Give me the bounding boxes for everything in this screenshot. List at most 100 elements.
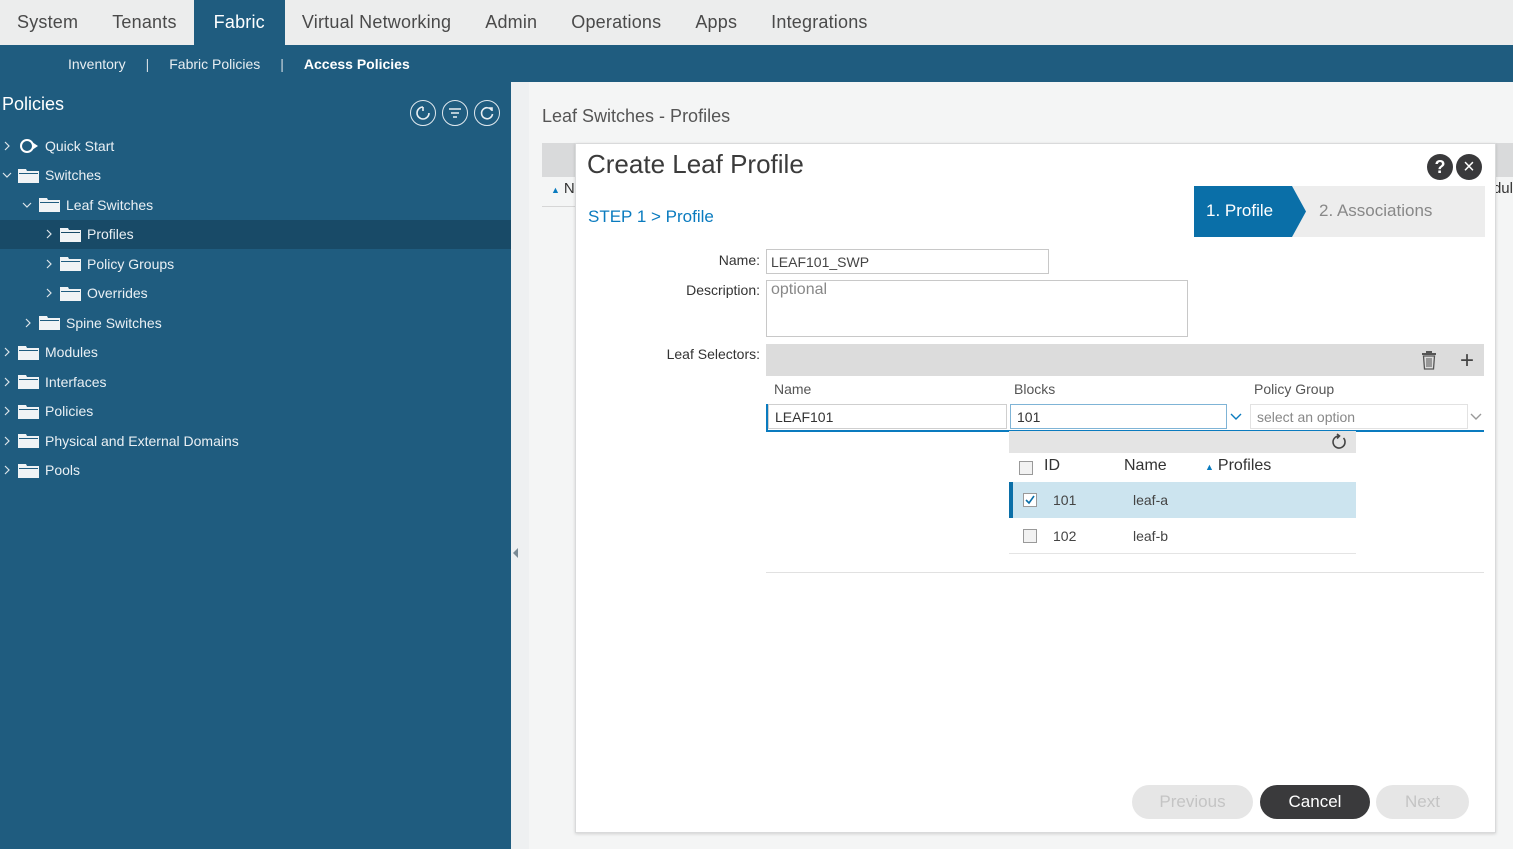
chevron-right-icon[interactable] bbox=[44, 259, 54, 269]
collapse-arrow-icon[interactable] bbox=[513, 548, 518, 558]
create-leaf-profile-dialog: Create Leaf Profile ? × STEP 1 > Profile… bbox=[575, 143, 1496, 833]
chevron-right-icon[interactable] bbox=[2, 465, 12, 475]
dialog-title: Create Leaf Profile bbox=[587, 149, 804, 179]
chevron-right-icon[interactable] bbox=[2, 347, 12, 357]
panel-splitter[interactable] bbox=[511, 82, 529, 849]
name-input[interactable]: LEAF101_SWP bbox=[766, 249, 1049, 274]
description-input[interactable]: optional bbox=[766, 280, 1188, 337]
chevron-right-icon[interactable] bbox=[2, 436, 12, 446]
column-header-id[interactable]: ID bbox=[1044, 457, 1060, 475]
tree-item-pools[interactable]: Pools bbox=[0, 456, 511, 486]
trash-icon[interactable] bbox=[1421, 350, 1437, 370]
table-toolbar-right bbox=[1493, 143, 1513, 177]
tab-fabric[interactable]: Fabric bbox=[193, 0, 285, 45]
tree-item-spine-switches[interactable]: Spine Switches bbox=[0, 308, 511, 338]
subnav-inventory[interactable]: Inventory bbox=[68, 56, 126, 72]
tree-item-label: Overrides bbox=[87, 285, 148, 302]
tree-item-label: Switches bbox=[45, 167, 102, 184]
cell-name: leaf-b bbox=[1133, 528, 1169, 544]
quick-start-tool-icon[interactable] bbox=[410, 100, 436, 126]
select-all-checkbox[interactable] bbox=[1019, 461, 1033, 475]
panel-title: Policies bbox=[2, 94, 65, 114]
tree-item-label: Spine Switches bbox=[66, 314, 162, 331]
tree-item-switches[interactable]: Switches bbox=[0, 161, 511, 191]
refresh-icon[interactable] bbox=[1330, 433, 1348, 451]
close-icon[interactable]: × bbox=[1456, 154, 1482, 180]
tree-item-quick-start[interactable]: Quick Start bbox=[0, 131, 511, 161]
folder-icon bbox=[18, 345, 39, 360]
chevron-right-icon[interactable] bbox=[2, 141, 12, 151]
tree-item-label: Physical and External Domains bbox=[45, 432, 239, 449]
row-checkbox[interactable] bbox=[1023, 493, 1037, 507]
column-header-name: Name bbox=[774, 381, 812, 397]
folder-icon bbox=[18, 404, 39, 419]
blocks-dropdown: ID Name ▲ Profiles 101 leaf-a 102 leaf-b bbox=[1009, 431, 1356, 554]
chevron-right-icon[interactable] bbox=[23, 318, 33, 328]
blocks-input[interactable]: 101 bbox=[1010, 404, 1227, 429]
folder-icon bbox=[60, 286, 81, 301]
tab-tenants[interactable]: Tenants bbox=[95, 0, 193, 45]
tree-item-interfaces[interactable]: Interfaces bbox=[0, 367, 511, 397]
column-header-name[interactable]: Name bbox=[1124, 457, 1167, 475]
tab-virtual-networking[interactable]: Virtual Networking bbox=[285, 0, 468, 45]
tree-item-physical-external-domains[interactable]: Physical and External Domains bbox=[0, 426, 511, 456]
folder-icon bbox=[18, 374, 39, 390]
panel-toolbar bbox=[410, 100, 500, 126]
tab-system[interactable]: System bbox=[0, 0, 95, 45]
chevron-down-icon[interactable] bbox=[22, 200, 32, 210]
folder-icon bbox=[60, 256, 81, 272]
quick-start-icon bbox=[18, 138, 39, 154]
filter-tool-icon[interactable] bbox=[442, 100, 468, 126]
help-icon[interactable]: ? bbox=[1427, 154, 1453, 180]
table-column-header[interactable]: ▲ N bbox=[551, 180, 575, 197]
chevron-right-icon[interactable] bbox=[2, 377, 12, 387]
next-button[interactable]: Next bbox=[1376, 785, 1469, 819]
sub-nav: Inventory | Fabric Policies | Access Pol… bbox=[0, 45, 1513, 82]
cell-id: 102 bbox=[1053, 528, 1077, 544]
chevron-down-icon[interactable] bbox=[1228, 405, 1244, 429]
cancel-button[interactable]: Cancel bbox=[1260, 785, 1370, 819]
cell-id: 101 bbox=[1053, 492, 1077, 508]
tree-item-policies[interactable]: Policies bbox=[0, 397, 511, 427]
tree-item-label: Profiles bbox=[87, 226, 134, 243]
subnav-fabric-policies[interactable]: Fabric Policies bbox=[169, 56, 260, 72]
folder-icon bbox=[18, 463, 39, 478]
chevron-right-icon[interactable] bbox=[44, 288, 54, 298]
tree-item-label: Leaf Switches bbox=[66, 196, 154, 213]
chevron-right-icon[interactable] bbox=[44, 229, 54, 239]
cell-name: leaf-a bbox=[1133, 492, 1169, 508]
policy-group-select[interactable]: select an option bbox=[1250, 404, 1468, 429]
tree-item-label: Policy Groups bbox=[87, 255, 175, 272]
tab-apps[interactable]: Apps bbox=[678, 0, 754, 45]
tab-operations[interactable]: Operations bbox=[554, 0, 678, 45]
tab-integrations[interactable]: Integrations bbox=[754, 0, 884, 45]
previous-button[interactable]: Previous bbox=[1132, 785, 1253, 819]
navigation-tree: Quick Start Switches Leaf Switches Profi… bbox=[0, 131, 511, 485]
tree-item-modules[interactable]: Modules bbox=[0, 338, 511, 368]
selector-name-input[interactable]: LEAF101 bbox=[768, 404, 1007, 429]
column-header-policy-group: Policy Group bbox=[1254, 381, 1335, 397]
wizard-step-profile[interactable]: 1. Profile bbox=[1194, 186, 1306, 237]
refresh-tool-icon[interactable] bbox=[474, 100, 500, 126]
tree-item-overrides[interactable]: Overrides bbox=[0, 279, 511, 309]
column-header-profiles[interactable]: ▲ Profiles bbox=[1205, 457, 1271, 475]
step-indicator: STEP 1 > Profile bbox=[588, 207, 714, 226]
subnav-access-policies[interactable]: Access Policies bbox=[304, 56, 410, 72]
chevron-right-icon[interactable] bbox=[2, 406, 12, 416]
row-checkbox[interactable] bbox=[1023, 529, 1037, 543]
chevron-down-icon[interactable] bbox=[2, 170, 12, 180]
tree-item-profiles[interactable]: Profiles bbox=[0, 219, 511, 249]
sort-asc-icon: ▲ bbox=[551, 185, 560, 195]
dropdown-toolbar bbox=[1009, 431, 1356, 453]
folder-icon bbox=[18, 168, 39, 183]
add-icon[interactable]: + bbox=[1460, 347, 1474, 375]
chevron-down-icon[interactable] bbox=[1468, 405, 1484, 429]
page-title: Leaf Switches - Profiles bbox=[542, 106, 731, 126]
folder-icon bbox=[60, 227, 81, 242]
dropdown-row[interactable]: 102 leaf-b bbox=[1009, 518, 1356, 554]
tree-item-label: Policies bbox=[45, 403, 94, 420]
dropdown-row[interactable]: 101 leaf-a bbox=[1009, 482, 1356, 518]
tab-admin[interactable]: Admin bbox=[468, 0, 554, 45]
tree-item-leaf-switches[interactable]: Leaf Switches bbox=[0, 190, 511, 220]
tree-item-policy-groups[interactable]: Policy Groups bbox=[0, 249, 511, 279]
